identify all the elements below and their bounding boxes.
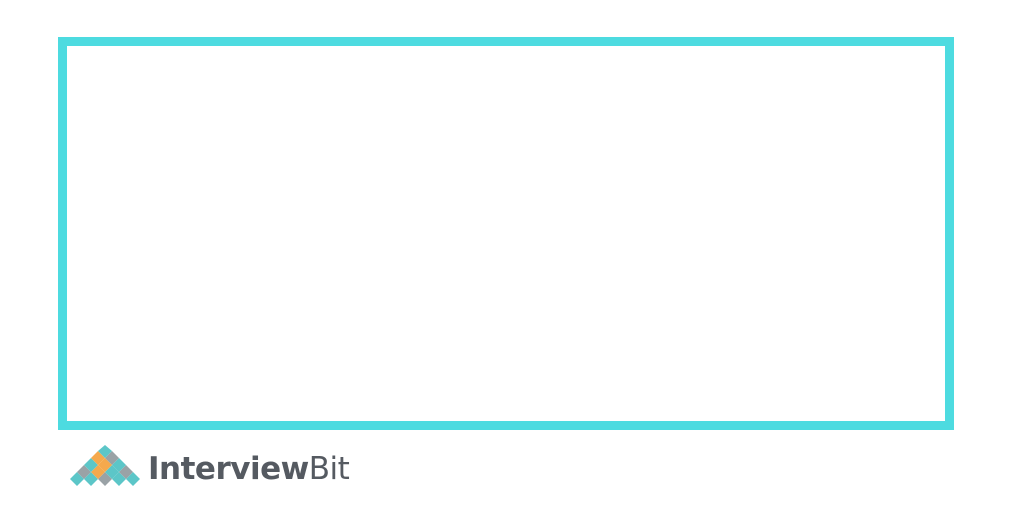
brand-name-light: Bit xyxy=(308,450,350,487)
brand-name: InterviewBit xyxy=(148,450,350,487)
brand-name-strong: Interview xyxy=(148,450,309,487)
empty-frame-box xyxy=(58,37,954,430)
diamond-pyramid-logo-icon xyxy=(70,445,140,486)
brand-logo: InterviewBit xyxy=(62,444,350,494)
